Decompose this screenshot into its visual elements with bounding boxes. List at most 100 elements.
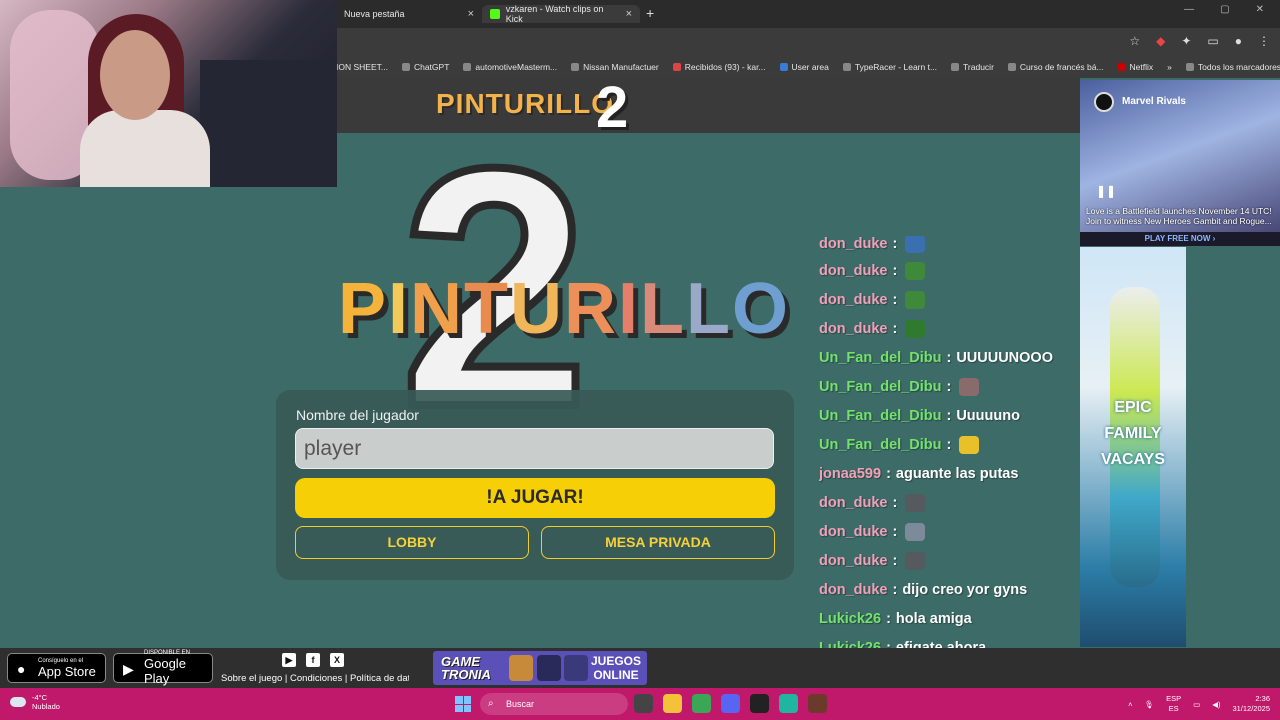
- cloud-icon: [10, 697, 26, 707]
- translate-icon: [951, 63, 960, 71]
- chat-username[interactable]: Lukick26: [819, 611, 881, 627]
- chat-separator: :: [886, 611, 891, 627]
- new-tab-button[interactable]: +: [646, 5, 654, 21]
- chat-message: don_duke:: [819, 491, 926, 515]
- task-view-icon[interactable]: [634, 694, 653, 713]
- marvel-rivals-ad[interactable]: Marvel Rivals ❚❚ Love is a Battlefield l…: [1080, 80, 1280, 246]
- bookmark[interactable]: ChatGPT: [401, 62, 449, 72]
- extension-icon[interactable]: ◆: [1156, 34, 1165, 48]
- sidepanel-icon[interactable]: ▭: [1207, 34, 1218, 48]
- bookmark[interactable]: Recibidos (93) - kar...: [672, 62, 766, 72]
- taskbar-apps: [634, 694, 827, 713]
- close-icon[interactable]: ×: [468, 8, 474, 20]
- chat-username[interactable]: jonaa599: [819, 466, 881, 482]
- chat-emote-icon: [959, 436, 980, 454]
- window-controls: — ▢ ✕: [1184, 4, 1280, 15]
- chat-emote-icon: [905, 262, 926, 280]
- bookmarks-overflow-icon[interactable]: »: [1167, 62, 1172, 72]
- bookmark[interactable]: User area: [779, 62, 829, 72]
- chrome-icon[interactable]: [692, 694, 711, 713]
- chat-username[interactable]: don_duke: [819, 292, 887, 308]
- discord-icon[interactable]: [721, 694, 740, 713]
- ad-title: Marvel Rivals: [1122, 96, 1186, 107]
- bookmark[interactable]: ION SHEET...: [336, 62, 388, 72]
- bookmark[interactable]: TypeRacer - Learn t...: [842, 62, 937, 72]
- apple-icon: ●: [17, 661, 26, 677]
- google-play-badge[interactable]: ▶ DISPONIBLE EN Google Play: [113, 650, 213, 686]
- pause-icon[interactable]: ❚❚: [1096, 184, 1116, 198]
- play-free-now-button[interactable]: PLAY FREE NOW ›: [1080, 232, 1280, 246]
- chat-username[interactable]: don_duke: [819, 495, 887, 511]
- facebook-icon[interactable]: f: [306, 653, 320, 667]
- lobby-button[interactable]: LOBBY: [295, 526, 529, 559]
- bookmark[interactable]: Curso de francés bá...: [1007, 62, 1104, 72]
- bookmark[interactable]: Nissan Manufactuer: [571, 62, 659, 72]
- app-icon[interactable]: [808, 694, 827, 713]
- windows-taskbar: -4°C Nublado ⌕ Buscar ˄ 🎙 ESP ES ▭ ◀) 2:…: [0, 688, 1280, 720]
- tray-overflow-icon[interactable]: ˄: [1128, 700, 1132, 709]
- clock[interactable]: 2:36 31/12/2025: [1232, 694, 1270, 714]
- close-icon[interactable]: ×: [626, 8, 632, 20]
- chat-separator: :: [946, 437, 952, 453]
- chat-username[interactable]: don_duke: [819, 321, 887, 337]
- profile-icon[interactable]: ●: [1235, 34, 1242, 48]
- close-window-icon[interactable]: ✕: [1256, 4, 1264, 15]
- file-explorer-icon[interactable]: [663, 694, 682, 713]
- chat-username[interactable]: Un_Fan_del_Dibu: [819, 408, 941, 424]
- app-icon[interactable]: [779, 694, 798, 713]
- chat-emote-icon: [905, 552, 926, 570]
- chat-message: don_duke:: [819, 520, 926, 544]
- play-button[interactable]: !A JUGAR!: [295, 478, 775, 518]
- player-name-input[interactable]: player: [295, 428, 774, 469]
- obs-icon[interactable]: [750, 694, 769, 713]
- chat-username[interactable]: Un_Fan_del_Dibu: [819, 350, 941, 366]
- taskbar-search[interactable]: ⌕ Buscar: [480, 693, 628, 715]
- volume-icon[interactable]: ◀): [1212, 700, 1220, 709]
- tab-label: vzkaren - Watch clips on Kick: [505, 4, 604, 24]
- star-icon[interactable]: ☆: [1129, 34, 1140, 48]
- chat-username[interactable]: don_duke: [819, 582, 887, 598]
- app-store-badge[interactable]: ● Consíguelo en el App Store: [7, 653, 106, 683]
- gametronia-banner[interactable]: GAME TRONIA JUEGOS ONLINE: [433, 651, 647, 685]
- puzzle-icon[interactable]: ✦: [1181, 34, 1191, 48]
- maximize-icon[interactable]: ▢: [1220, 4, 1229, 15]
- chat-username[interactable]: don_duke: [819, 263, 887, 279]
- network-icon[interactable]: ▭: [1193, 700, 1200, 709]
- private-table-button[interactable]: MESA PRIVADA: [541, 526, 775, 559]
- x-icon[interactable]: X: [330, 653, 344, 667]
- start-button[interactable]: [455, 696, 471, 712]
- chat-separator: :: [892, 263, 898, 279]
- chat-message: Lukick26: hola amiga: [819, 607, 972, 631]
- webcam-body: [80, 110, 210, 187]
- chat-emote-icon: [905, 320, 926, 338]
- webcam-overlay: [0, 0, 337, 187]
- chat-username[interactable]: Un_Fan_del_Dibu: [819, 379, 941, 395]
- folder-icon: [1185, 63, 1194, 71]
- minimize-icon[interactable]: —: [1184, 4, 1194, 15]
- microphone-icon[interactable]: 🎙: [1145, 700, 1155, 709]
- game-icon: [509, 655, 533, 681]
- menu-icon[interactable]: ⋮: [1258, 34, 1270, 48]
- system-tray: ˄ 🎙 ESP ES ▭ ◀) 2:36 31/12/2025: [1128, 694, 1270, 714]
- screen: Nueva pestaña × vzkaren - Watch clips on…: [0, 0, 1280, 720]
- chat-emote-icon: [905, 236, 926, 253]
- chat-username[interactable]: don_duke: [819, 524, 887, 540]
- language-indicator[interactable]: ESP ES: [1166, 694, 1181, 714]
- chat-message: Un_Fan_del_Dibu: Uuuuuno: [819, 404, 1020, 428]
- stream-chat-overlay: don_duke: don_duke: don_duke: don_duke: Un_F…: [819, 236, 1079, 688]
- chat-username[interactable]: don_duke: [819, 553, 887, 569]
- chat-emote-icon: [905, 291, 926, 309]
- tab-kick[interactable]: vzkaren - Watch clips on Kick ×: [482, 4, 640, 24]
- bookmark[interactable]: Netflix: [1117, 62, 1153, 72]
- tab-new-tab[interactable]: Nueva pestaña ×: [336, 5, 482, 23]
- bookmark[interactable]: automotiveMasterm...: [463, 62, 557, 72]
- site-icon: [779, 63, 788, 71]
- youtube-icon[interactable]: ▶: [282, 653, 296, 667]
- bookmark[interactable]: Traducir: [951, 62, 994, 72]
- bookmarks-folder[interactable]: Todos los marcadores: [1185, 62, 1280, 72]
- chat-username[interactable]: don_duke: [819, 236, 887, 252]
- weather-widget[interactable]: -4°C Nublado: [10, 693, 60, 711]
- footer-links[interactable]: Sobre el juego | Condiciones | Política …: [221, 673, 409, 684]
- cruise-ad[interactable]: EPIC FAMILY VACAYS: [1080, 247, 1186, 647]
- chat-username[interactable]: Un_Fan_del_Dibu: [819, 437, 941, 453]
